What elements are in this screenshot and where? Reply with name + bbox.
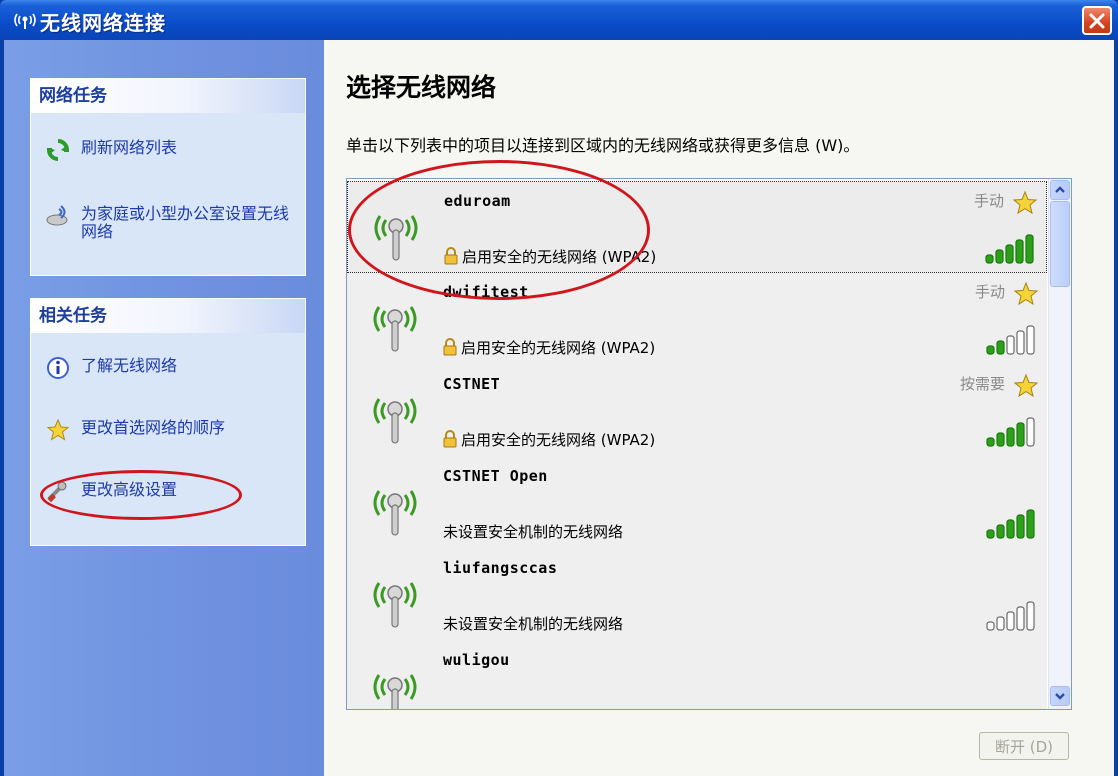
close-button[interactable]	[1082, 6, 1112, 35]
star-icon	[46, 418, 70, 441]
wireless-antenna-icon	[373, 674, 417, 709]
preferred-star-icon	[1013, 281, 1039, 306]
preferred-star-icon	[1013, 373, 1039, 398]
network-name: dwifitest	[443, 283, 529, 301]
network-name: CSTNET Open	[443, 467, 548, 485]
network-security-status: 启用安全的无线网络 (WPA2)	[443, 337, 655, 358]
signal-strength-icon	[986, 509, 1035, 539]
network-list-item[interactable]: CSTNET Open 未设置安全机制的无线网络	[347, 457, 1047, 549]
lock-icon	[443, 430, 457, 448]
network-security-label: 未设置安全机制的无线网络	[443, 523, 624, 541]
network-security-label: 未设置安全机制的无线网络	[443, 615, 624, 633]
client-area: 网络任务 刷新网络列表 为家庭或小型办公室设置无线网络 相关任务 了解无线网络 …	[4, 40, 1114, 776]
refresh-icon	[46, 139, 70, 161]
wireless-antenna-icon	[373, 306, 417, 352]
settings-icon	[47, 481, 67, 503]
network-connection-mode: 手动	[973, 192, 1004, 210]
preferred-star-icon	[1012, 190, 1038, 215]
scrollbar-thumb[interactable]	[1050, 201, 1070, 287]
vertical-scrollbar[interactable]	[1048, 179, 1071, 709]
network-list-item[interactable]: eduroam 手动启用安全的无线网络 (WPA2)	[347, 181, 1047, 273]
network-tasks-panel: 网络任务 刷新网络列表 为家庭或小型办公室设置无线网络	[30, 78, 306, 276]
wireless-antenna-icon	[373, 398, 417, 444]
network-security-label: 启用安全的无线网络 (WPA2)	[461, 431, 656, 449]
signal-strength-icon	[985, 234, 1034, 264]
network-security-label: 启用安全的无线网络 (WPA2)	[461, 339, 656, 357]
task-pane: 网络任务 刷新网络列表 为家庭或小型办公室设置无线网络 相关任务 了解无线网络 …	[4, 40, 324, 776]
network-security-status: 启用安全的无线网络 (WPA2)	[444, 246, 656, 267]
lock-icon	[444, 247, 458, 265]
network-name: CSTNET	[443, 375, 501, 393]
network-list-item[interactable]: dwifitest 手动启用安全的无线网络 (WPA2)	[347, 273, 1047, 365]
wireless-setup-icon	[46, 205, 68, 226]
signal-strength-icon	[986, 601, 1035, 631]
main-pane: 选择无线网络 单击以下列表中的项目以连接到区域内的无线网络或获得更多信息 (W)…	[324, 40, 1114, 776]
close-icon	[1089, 13, 1105, 29]
learn-wireless-label: 了解无线网络	[81, 356, 178, 375]
network-list-items: eduroam 手动 启用安全的无线网络 (WPA2) dwifitest 手动 启用安全…	[347, 179, 1047, 709]
scroll-up-button[interactable]	[1050, 180, 1070, 200]
info-icon	[47, 357, 69, 379]
network-name: liufangsccas	[443, 559, 558, 577]
network-name: wuligou	[443, 651, 510, 669]
network-tasks-header: 网络任务	[31, 79, 305, 113]
wireless-connection-window: 无线网络连接 网络任务 刷新网络列表 为家庭或小型办公室设置无线网络 相关任务 …	[0, 0, 1118, 776]
network-security-status: 启用安全的无线网络 (WPA2)	[443, 429, 655, 450]
network-list-item[interactable]: CSTNET 按需要启用安全的无线网络 (WPA2)	[347, 365, 1047, 457]
scroll-down-button[interactable]	[1050, 686, 1070, 706]
network-connection-mode: 手动	[974, 283, 1005, 301]
instruction-text: 单击以下列表中的项目以连接到区域内的无线网络或获得更多信息 (W)。	[346, 136, 860, 155]
title-bar[interactable]: 无线网络连接	[0, 0, 1118, 40]
lock-icon	[443, 338, 457, 356]
network-list-item[interactable]: wuligou	[347, 641, 1047, 709]
change-preferred-order-label: 更改首选网络的顺序	[81, 418, 226, 437]
page-title: 选择无线网络	[346, 73, 497, 102]
refresh-network-list-label: 刷新网络列表	[81, 138, 178, 157]
network-security-label: 启用安全的无线网络 (WPA2)	[462, 248, 657, 266]
chevron-up-icon	[1055, 186, 1065, 193]
network-security-status: 未设置安全机制的无线网络	[443, 521, 623, 542]
window-title: 无线网络连接	[40, 11, 166, 35]
network-connection-mode: 按需要	[959, 375, 1005, 393]
setup-wireless-network-label: 为家庭或小型办公室设置无线网络	[81, 204, 290, 241]
wireless-antenna-icon	[373, 490, 417, 536]
network-name: eduroam	[444, 192, 511, 210]
network-security-status: 未设置安全机制的无线网络	[443, 613, 623, 634]
related-tasks-header: 相关任务	[31, 299, 305, 333]
signal-strength-icon	[986, 417, 1035, 447]
wireless-icon	[14, 13, 36, 29]
wireless-antenna-icon	[374, 215, 418, 261]
signal-strength-icon	[986, 325, 1035, 355]
wireless-antenna-icon	[373, 582, 417, 628]
related-tasks-panel: 相关任务 了解无线网络 更改首选网络的顺序 更改高级设置	[30, 298, 306, 546]
chevron-down-icon	[1055, 693, 1065, 700]
network-list-item[interactable]: liufangsccas 未设置安全机制的无线网络	[347, 549, 1047, 641]
change-advanced-settings-label: 更改高级设置	[81, 480, 178, 499]
disconnect-button[interactable]: 断开 (D)	[979, 732, 1069, 760]
network-list[interactable]: eduroam 手动 启用安全的无线网络 (WPA2) dwifitest 手动 启用安全…	[346, 178, 1072, 710]
